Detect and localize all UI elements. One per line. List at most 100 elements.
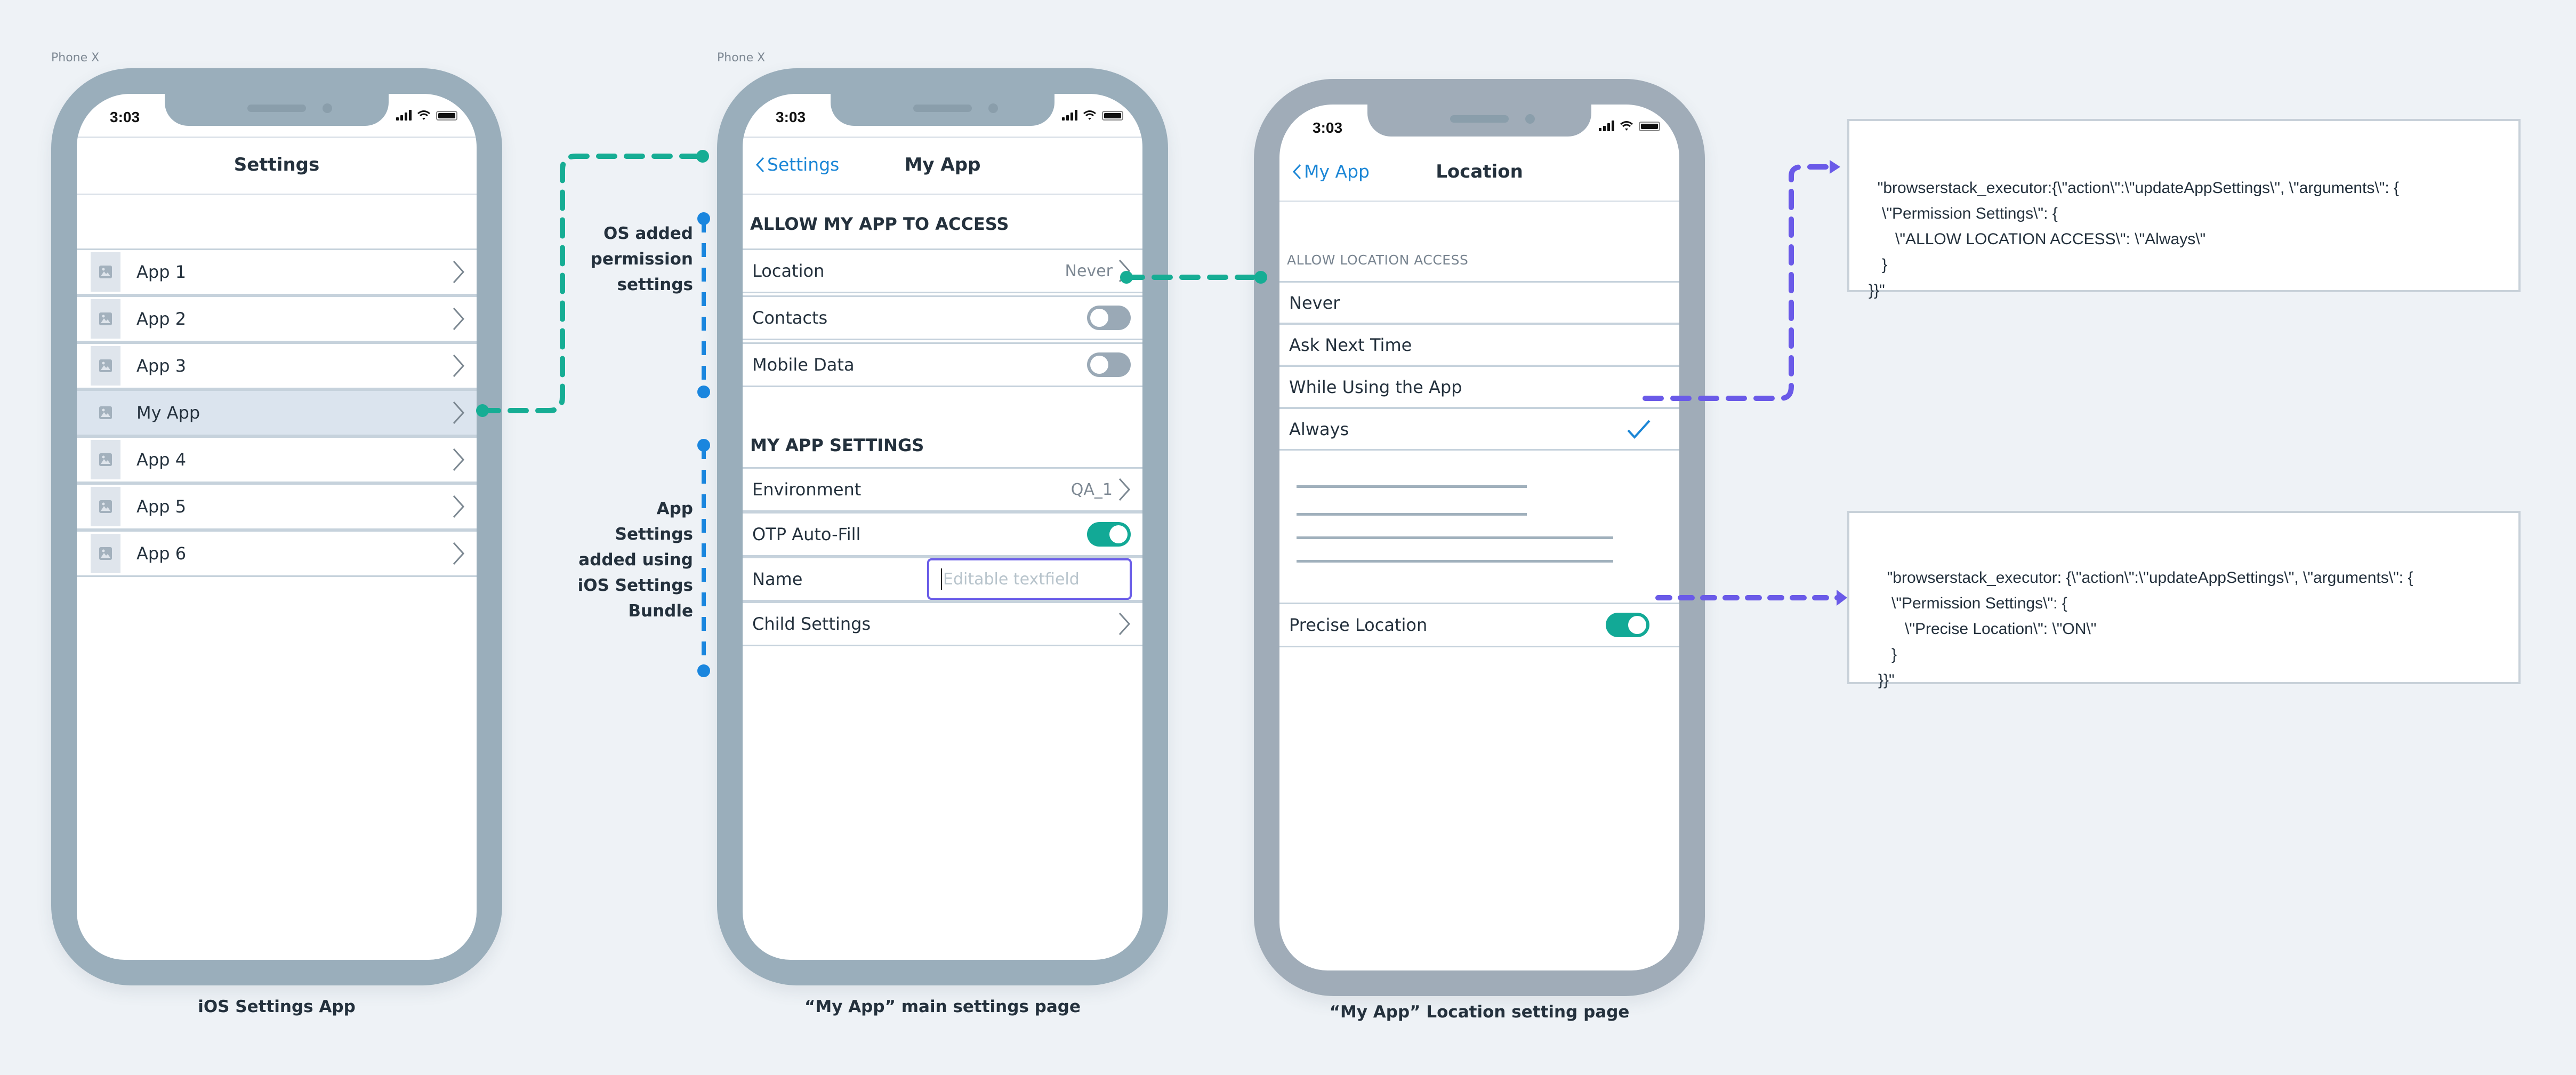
row-contacts: Contacts <box>743 295 1142 340</box>
nav-bar: Settings <box>77 137 477 195</box>
phone-ios-settings: 3:03 Settings App 1 App 2 App 3 My App App 4… <box>51 68 502 985</box>
app-icon <box>91 252 120 292</box>
device-label-phone1: Phone X <box>51 51 100 65</box>
row-label: App 2 <box>136 309 187 329</box>
row-label: Mobile Data <box>752 355 855 375</box>
annotation-app-settings-bundle: App Settings added using iOS Settings Bu… <box>577 499 693 621</box>
row-label: Name <box>752 569 803 589</box>
chevron-right-icon <box>453 354 465 378</box>
page-title: Location <box>1436 161 1523 182</box>
location-option[interactable]: While Using the App <box>1279 365 1679 408</box>
phone3-screen: 3:03 My App Location ALLOW LOCATION ACCE… <box>1279 105 1679 970</box>
row-label: App 4 <box>136 450 187 470</box>
location-value: Never <box>1065 261 1113 280</box>
wifi-icon <box>1083 110 1096 120</box>
status-icons <box>1599 121 1660 131</box>
nav-bar: My App Location <box>1279 145 1679 202</box>
wifi-icon <box>417 110 430 120</box>
app-icon <box>91 534 120 573</box>
code-text: "browserstack_executor:{\"action\":\"upd… <box>1869 179 2400 299</box>
placeholder-text-line <box>1297 560 1613 563</box>
chevron-right-icon <box>453 542 465 565</box>
app-icon <box>91 299 120 339</box>
image-placeholder-icon <box>99 453 112 466</box>
app-list-item[interactable]: App 1 <box>77 248 477 295</box>
code-block-precise-location: "browserstack_executor: {\"action\":\"up… <box>1847 511 2521 689</box>
row-child-settings[interactable]: Child Settings <box>743 601 1142 646</box>
signal-icon <box>1062 110 1077 121</box>
name-input[interactable]: Editable textfield <box>927 558 1132 600</box>
image-placeholder-icon <box>99 406 112 419</box>
app-icon <box>91 346 120 386</box>
battery-icon <box>1102 111 1123 121</box>
image-placeholder-icon <box>99 547 112 560</box>
row-label: App 1 <box>136 262 187 282</box>
wifi-icon <box>1620 121 1633 131</box>
section-header-app-settings: MY APP SETTINGS <box>750 435 924 455</box>
status-icons <box>396 110 457 121</box>
placeholder-text-line <box>1297 485 1527 488</box>
bracket-app-settings <box>697 439 710 677</box>
phone-my-app-settings: 3:03 Settings My App ALLOW MY APP TO ACC… <box>717 68 1168 985</box>
row-otp-autofill: OTP Auto-Fill <box>743 512 1142 557</box>
app-list-item[interactable]: App 4 <box>77 436 477 483</box>
notch <box>1367 105 1591 137</box>
precise-location-toggle[interactable] <box>1606 613 1649 637</box>
phone-location-settings: 3:03 My App Location ALLOW LOCATION ACCE… <box>1254 79 1705 996</box>
mobile-data-toggle[interactable] <box>1087 352 1131 377</box>
text-caret <box>941 568 942 590</box>
image-placeholder-icon <box>99 500 112 513</box>
annotation-os-added: OS added permission settings <box>590 224 693 294</box>
bracket-os-added <box>697 212 710 398</box>
name-placeholder: Editable textfield <box>943 569 1080 589</box>
battery-icon <box>1639 122 1660 131</box>
placeholder-text-line <box>1297 536 1613 539</box>
page-title: My App <box>904 154 981 175</box>
app-list-item[interactable]: App 6 <box>77 530 477 577</box>
phone2-screen: 3:03 Settings My App ALLOW MY APP TO ACC… <box>743 94 1142 960</box>
app-list-item[interactable]: App 5 <box>77 483 477 530</box>
section-header-location-access: ALLOW LOCATION ACCESS <box>1287 252 1469 268</box>
app-list-item[interactable]: App 3 <box>77 342 477 389</box>
app-list-item[interactable]: App 2 <box>77 295 477 342</box>
environment-value: QA_1 <box>1070 480 1113 499</box>
chevron-right-icon <box>453 260 465 284</box>
page-title: Settings <box>234 154 320 175</box>
caption-my-app-settings: “My App” main settings page <box>804 997 1081 1016</box>
row-mobile-data: Mobile Data <box>743 342 1142 387</box>
app-icon <box>91 393 120 432</box>
row-label: While Using the App <box>1289 376 1462 397</box>
status-time: 3:03 <box>110 109 140 125</box>
row-label: Child Settings <box>752 614 871 634</box>
battery-icon <box>436 111 457 121</box>
otp-toggle[interactable] <box>1087 522 1131 547</box>
row-label: Never <box>1289 292 1340 313</box>
chevron-right-icon <box>1118 259 1131 283</box>
status-time: 3:03 <box>776 109 806 125</box>
image-placeholder-icon <box>99 312 112 325</box>
location-option[interactable]: Never <box>1279 281 1679 324</box>
device-label-phone2: Phone X <box>717 51 766 65</box>
row-environment[interactable]: Environment QA_1 <box>743 467 1142 512</box>
app-list-item[interactable]: My App <box>77 389 477 436</box>
contacts-toggle[interactable] <box>1087 306 1131 330</box>
location-option[interactable]: Always <box>1279 407 1679 451</box>
row-label: App 3 <box>136 356 187 376</box>
row-label: App 5 <box>136 496 187 517</box>
notch <box>831 94 1054 126</box>
placeholder-text-line <box>1297 513 1527 516</box>
notch <box>165 94 389 126</box>
row-label: Environment <box>752 479 862 500</box>
signal-icon <box>1599 121 1614 131</box>
chevron-right-icon <box>453 307 465 331</box>
location-option[interactable]: Ask Next Time <box>1279 323 1679 366</box>
row-label: App 6 <box>136 543 187 564</box>
row-name: Name Editable textfield <box>743 557 1142 601</box>
row-label: Always <box>1289 419 1349 439</box>
image-placeholder-icon <box>99 266 112 278</box>
signal-icon <box>396 110 412 121</box>
row-precise-location: Precise Location <box>1279 603 1679 647</box>
code-block-location-access: "browserstack_executor:{\"action\":\"upd… <box>1847 119 2521 299</box>
row-label: My App <box>136 403 200 423</box>
row-location[interactable]: Location Never <box>743 248 1142 293</box>
